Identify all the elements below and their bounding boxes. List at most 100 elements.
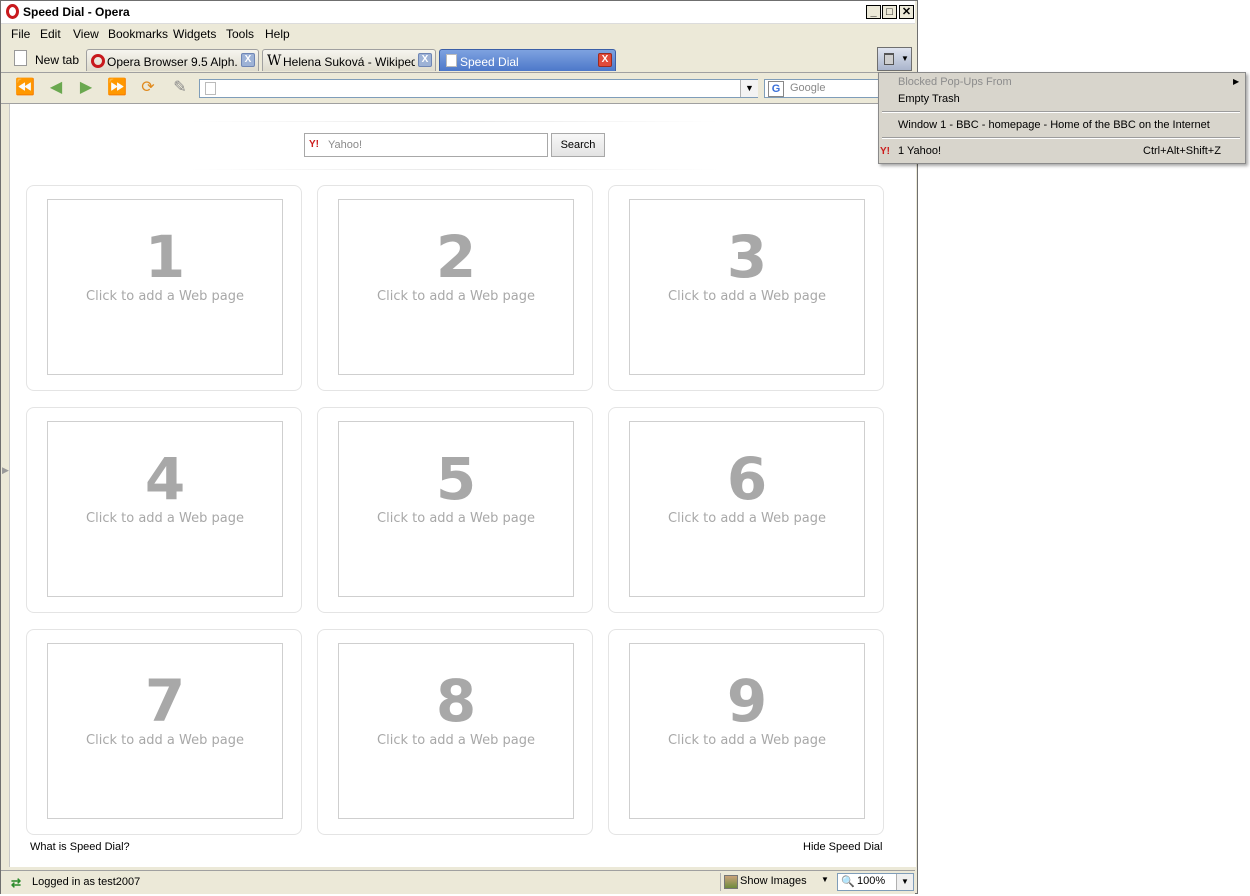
maximize-button[interactable]: □ (882, 5, 897, 19)
zoom-value: 100% (857, 875, 886, 887)
what-is-speed-dial-link[interactable]: What is Speed Dial? (30, 841, 130, 853)
yahoo-icon: Y! (309, 139, 319, 150)
page-icon (14, 50, 27, 66)
speed-dial-8[interactable]: 8 Click to add a Web page (317, 629, 593, 835)
page-icon (446, 54, 457, 67)
trash-button[interactable]: ▼ (877, 47, 912, 71)
tab-label: Opera Browser 9.5 Alph... (107, 55, 237, 69)
image-icon (724, 875, 738, 889)
menu-widgets[interactable]: Widgets (173, 27, 216, 41)
show-images-label: Show Images (740, 875, 807, 887)
dial-caption: Click to add a Web page (668, 511, 826, 526)
dial-number: 9 (726, 667, 768, 735)
new-tab-label: New tab (35, 53, 80, 67)
tab-label: Speed Dial (460, 55, 519, 69)
chevron-down-icon: ▼ (821, 875, 829, 884)
dial-thumbnail: 4 Click to add a Web page (47, 421, 283, 597)
magnifier-icon: 🔍 (841, 876, 855, 888)
dial-thumbnail: 8 Click to add a Web page (338, 643, 574, 819)
menu-edit[interactable]: Edit (40, 27, 61, 41)
show-images-button[interactable]: Show Images ▼ (720, 873, 833, 891)
speed-dial-6[interactable]: 6 Click to add a Web page (608, 407, 884, 613)
edit-icon[interactable]: ✎ (169, 78, 191, 98)
tab-close-icon[interactable]: X (241, 53, 255, 67)
minimize-button[interactable]: _ (866, 5, 881, 19)
speed-dial-3[interactable]: 3 Click to add a Web page (608, 185, 884, 391)
speed-dial-9[interactable]: 9 Click to add a Web page (608, 629, 884, 835)
menu-item-closed-tab[interactable]: 1 Yahoo! (898, 145, 941, 157)
tab-label: Helena Suková - Wikipedi... (283, 55, 415, 69)
speed-dial-5[interactable]: 5 Click to add a Web page (317, 407, 593, 613)
dial-number: 6 (726, 445, 768, 513)
address-dropdown-button[interactable]: ▼ (740, 80, 758, 97)
dial-thumbnail: 7 Click to add a Web page (47, 643, 283, 819)
new-tab-button[interactable]: New tab (10, 48, 88, 70)
speed-dial-1[interactable]: 1 Click to add a Web page (26, 185, 302, 391)
dial-caption: Click to add a Web page (86, 289, 244, 304)
speed-dial-4[interactable]: 4 Click to add a Web page (26, 407, 302, 613)
dial-number: 2 (435, 223, 477, 291)
dial-caption: Click to add a Web page (86, 733, 244, 748)
menu-bookmarks[interactable]: Bookmarks (108, 27, 168, 41)
dial-thumbnail: 2 Click to add a Web page (338, 199, 574, 375)
window-title: Speed Dial - Opera (23, 5, 130, 19)
speed-dial-2[interactable]: 2 Click to add a Web page (317, 185, 593, 391)
dial-number: 5 (435, 445, 477, 513)
trash-icon (884, 53, 894, 65)
menu-file[interactable]: File (11, 27, 30, 41)
menu-view[interactable]: View (73, 27, 99, 41)
forward-icon[interactable]: ▶ (75, 78, 97, 98)
zoom-select[interactable]: 🔍 100% ▼ (837, 873, 914, 891)
menu-item-empty-trash[interactable]: Empty Trash (898, 93, 960, 105)
dial-caption: Click to add a Web page (377, 511, 535, 526)
title-bar: Speed Dial - Opera _ □ ✕ (1, 1, 915, 24)
page-icon (205, 82, 216, 95)
menu-help[interactable]: Help (265, 27, 290, 41)
yahoo-icon: Y! (880, 146, 890, 157)
dial-caption: Click to add a Web page (668, 733, 826, 748)
tab-helena-sukova[interactable]: W Helena Suková - Wikipedi... X (262, 49, 436, 71)
dial-thumbnail: 3 Click to add a Web page (629, 199, 865, 375)
dial-caption: Click to add a Web page (668, 289, 826, 304)
dial-caption: Click to add a Web page (377, 289, 535, 304)
rewind-icon[interactable]: ⏪ (14, 78, 36, 98)
search-placeholder: Google (790, 82, 826, 94)
dial-number: 7 (144, 667, 186, 735)
dial-caption: Click to add a Web page (377, 733, 535, 748)
close-window-button[interactable]: ✕ (899, 5, 914, 19)
chevron-down-icon[interactable]: ▼ (896, 874, 913, 890)
menu-tools[interactable]: Tools (226, 27, 254, 41)
dial-number: 8 (435, 667, 477, 735)
dial-thumbnail: 9 Click to add a Web page (629, 643, 865, 819)
wikipedia-icon: W (267, 53, 282, 69)
speed-dial-search-input[interactable]: Y! Yahoo! (304, 133, 548, 157)
menu-item-closed-window[interactable]: Window 1 - BBC - homepage - Home of the … (898, 119, 1210, 131)
menu-bar: File Edit View Bookmarks Widgets Tools H… (1, 24, 915, 46)
menu-item-blocked-popups: Blocked Pop-Ups From (898, 76, 1012, 88)
speed-dial-7[interactable]: 7 Click to add a Web page (26, 629, 302, 835)
dial-number: 1 (144, 223, 186, 291)
tab-opera-browser[interactable]: Opera Browser 9.5 Alph... X (86, 49, 259, 71)
dial-thumbnail: 6 Click to add a Web page (629, 421, 865, 597)
sync-icon[interactable]: ⇄ (11, 876, 21, 890)
panel-toggle-icon[interactable]: ▶ (2, 465, 9, 476)
fast-forward-icon[interactable]: ⏩ (106, 78, 128, 98)
login-status: Logged in as test2007 (32, 876, 141, 888)
opera-icon (91, 54, 105, 68)
tab-close-icon[interactable]: X (418, 53, 432, 67)
divider (190, 121, 720, 122)
dial-thumbnail: 1 Click to add a Web page (47, 199, 283, 375)
dial-number: 4 (144, 445, 186, 513)
submenu-arrow-icon: ▶ (1233, 77, 1240, 86)
shortcut-label: Ctrl+Alt+Shift+Z (1143, 145, 1221, 157)
speed-dial-search-button[interactable]: Search (551, 133, 605, 157)
reload-icon[interactable]: ⟳ (137, 78, 159, 98)
address-field[interactable] (199, 79, 758, 98)
tab-close-icon[interactable]: X (598, 53, 612, 67)
tab-speed-dial[interactable]: Speed Dial X (439, 49, 616, 71)
back-icon[interactable]: ◀ (45, 78, 67, 98)
divider (190, 169, 720, 170)
menu-separator (882, 111, 1240, 113)
hide-speed-dial-link[interactable]: Hide Speed Dial (803, 841, 883, 853)
google-icon: G (768, 81, 784, 97)
